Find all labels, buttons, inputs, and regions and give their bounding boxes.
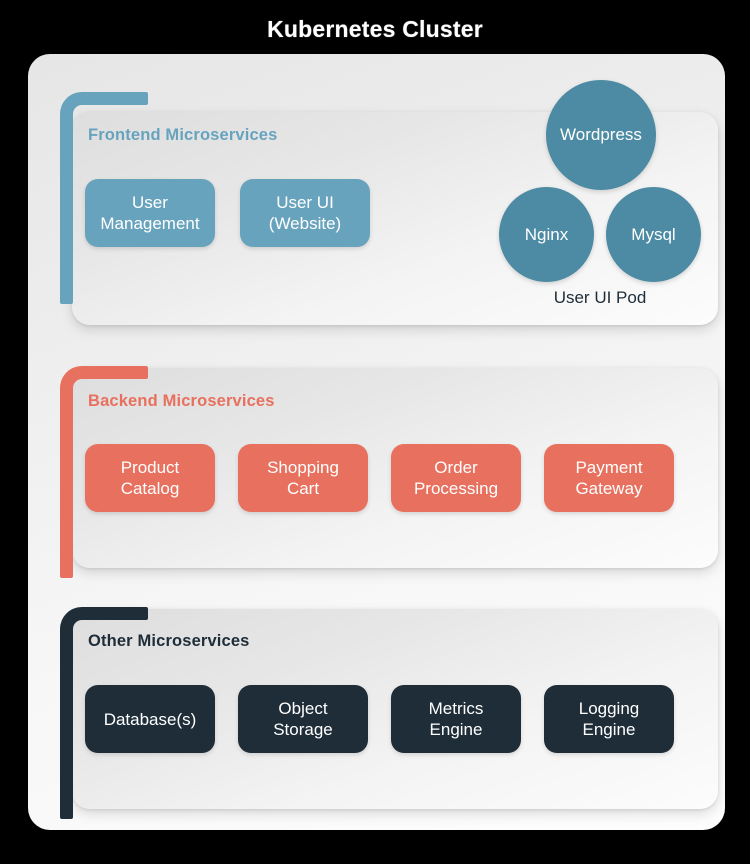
service-chip-shopping-cart[interactable]: Shopping Cart bbox=[238, 444, 368, 512]
kubernetes-cluster-card: Frontend Microservices User Management U… bbox=[28, 54, 725, 830]
service-chip-user-management[interactable]: User Management bbox=[85, 179, 215, 247]
service-chip-user-ui-website[interactable]: User UI (Website) bbox=[240, 179, 370, 247]
service-chip-product-catalog[interactable]: Product Catalog bbox=[85, 444, 215, 512]
pod-label: User UI Pod bbox=[553, 288, 647, 307]
bracket-arm-horizontal bbox=[102, 92, 148, 105]
service-chip-metrics-engine[interactable]: Metrics Engine bbox=[391, 685, 521, 753]
bracket-arm-horizontal bbox=[102, 607, 148, 620]
pod-container-mysql[interactable]: Mysql bbox=[606, 187, 701, 282]
bracket-arm-horizontal bbox=[102, 366, 148, 379]
page-title: Kubernetes Cluster bbox=[267, 16, 483, 42]
service-chip-object-storage[interactable]: Object Storage bbox=[238, 685, 368, 753]
service-chip-order-processing[interactable]: Order Processing bbox=[391, 444, 521, 512]
bracket-arm-vertical bbox=[60, 629, 73, 819]
service-chip-databases[interactable]: Database(s) bbox=[85, 685, 215, 753]
service-row-other: Database(s) Object Storage Metrics Engin… bbox=[85, 685, 674, 753]
section-title-other: Other Microservices bbox=[88, 632, 250, 650]
service-chip-payment-gateway[interactable]: Payment Gateway bbox=[544, 444, 674, 512]
section-title-backend: Backend Microservices bbox=[88, 392, 275, 410]
pod-container-nginx[interactable]: Nginx bbox=[499, 187, 594, 282]
bracket-arm-vertical bbox=[60, 114, 73, 304]
bracket-arm-vertical bbox=[60, 388, 73, 578]
service-chip-logging-engine[interactable]: Logging Engine bbox=[544, 685, 674, 753]
service-row-backend: Product Catalog Shopping Cart Order Proc… bbox=[85, 444, 674, 512]
section-title-frontend: Frontend Microservices bbox=[88, 126, 278, 144]
user-ui-pod-group: Wordpress Nginx Mysql User UI Pod bbox=[458, 64, 718, 334]
service-row-frontend: User Management User UI (Website) bbox=[85, 179, 370, 247]
pod-container-wordpress[interactable]: Wordpress bbox=[546, 80, 656, 190]
